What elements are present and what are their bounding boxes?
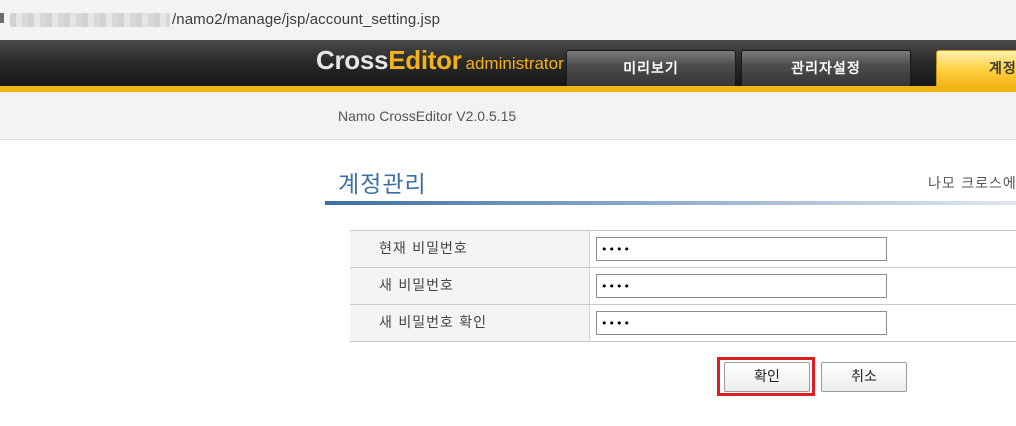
title-underline (325, 201, 1016, 205)
tab-account[interactable]: 계정 (936, 50, 1016, 86)
browser-address-bar[interactable]: /namo2/manage/jsp/account_setting.jsp (0, 0, 1016, 40)
current-password-input[interactable] (596, 237, 887, 261)
form-row-confirm-password: 새 비밀번호 확인 (350, 305, 1016, 342)
tab-admin-settings[interactable]: 관리자설정 (741, 50, 911, 86)
confirm-button[interactable]: 확인 (724, 362, 810, 392)
brand-editor: Editor (388, 45, 462, 75)
cancel-button[interactable]: 취소 (821, 362, 907, 392)
confirm-password-label: 새 비밀번호 확인 (350, 305, 590, 341)
page-title: 계정관리 (338, 172, 427, 198)
tab-preview[interactable]: 미리보기 (566, 50, 736, 86)
lock-icon (0, 13, 4, 23)
form-row-new-password: 새 비밀번호 (350, 268, 1016, 305)
current-password-label: 현재 비밀번호 (350, 231, 590, 267)
confirm-password-input[interactable] (596, 311, 887, 335)
page-subtitle: 나모 크로스에 (928, 176, 1016, 192)
brand-admin: administrator (465, 54, 564, 73)
form-row-current-password: 현재 비밀번호 (350, 231, 1016, 268)
new-password-input[interactable] (596, 274, 887, 298)
blurred-domain (10, 13, 170, 27)
version-text: Namo CrossEditor V2.0.5.15 (338, 108, 517, 124)
url-path[interactable]: /namo2/manage/jsp/account_setting.jsp (172, 11, 440, 28)
brand-cross: Cross (316, 45, 389, 75)
brand-logo: CrossEditor administrator (316, 45, 564, 76)
new-password-label: 새 비밀번호 (350, 268, 590, 304)
account-form: 현재 비밀번호 새 비밀번호 새 비밀번호 확인 (350, 230, 1016, 342)
